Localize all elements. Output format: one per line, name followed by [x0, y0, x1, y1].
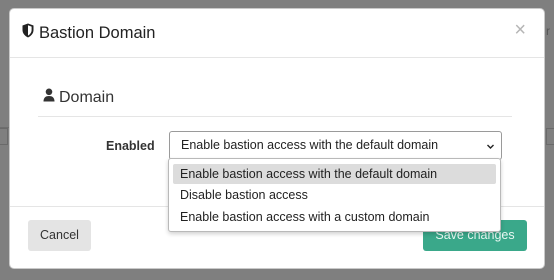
chevron-down-icon: [486, 140, 495, 154]
background-field: [0, 128, 8, 145]
section-divider: [38, 116, 512, 117]
enabled-select-value: Enable bastion access with the default d…: [181, 138, 439, 152]
dropdown-option[interactable]: Disable bastion access: [173, 185, 496, 205]
modal-title-text: Bastion Domain: [39, 23, 156, 42]
cancel-button[interactable]: Cancel: [28, 220, 91, 251]
shield-icon: [22, 23, 39, 43]
dropdown-option[interactable]: Enable bastion access with a custom doma…: [173, 207, 496, 227]
dropdown-option[interactable]: Enable bastion access with the default d…: [173, 164, 496, 184]
close-button[interactable]: ×: [514, 20, 526, 40]
background-text: r: [546, 24, 550, 38]
section-heading: Domain: [43, 88, 114, 107]
enabled-label: Enabled: [106, 139, 155, 153]
section-heading-text: Domain: [59, 88, 115, 106]
background-field: [546, 128, 554, 145]
enabled-select-dropdown: Enable bastion access with the default d…: [168, 158, 501, 232]
modal-title: Bastion Domain: [22, 23, 155, 43]
modal-header: Bastion Domain ×: [10, 9, 544, 58]
enabled-select[interactable]: Enable bastion access with the default d…: [169, 131, 502, 160]
user-icon: [43, 88, 59, 107]
